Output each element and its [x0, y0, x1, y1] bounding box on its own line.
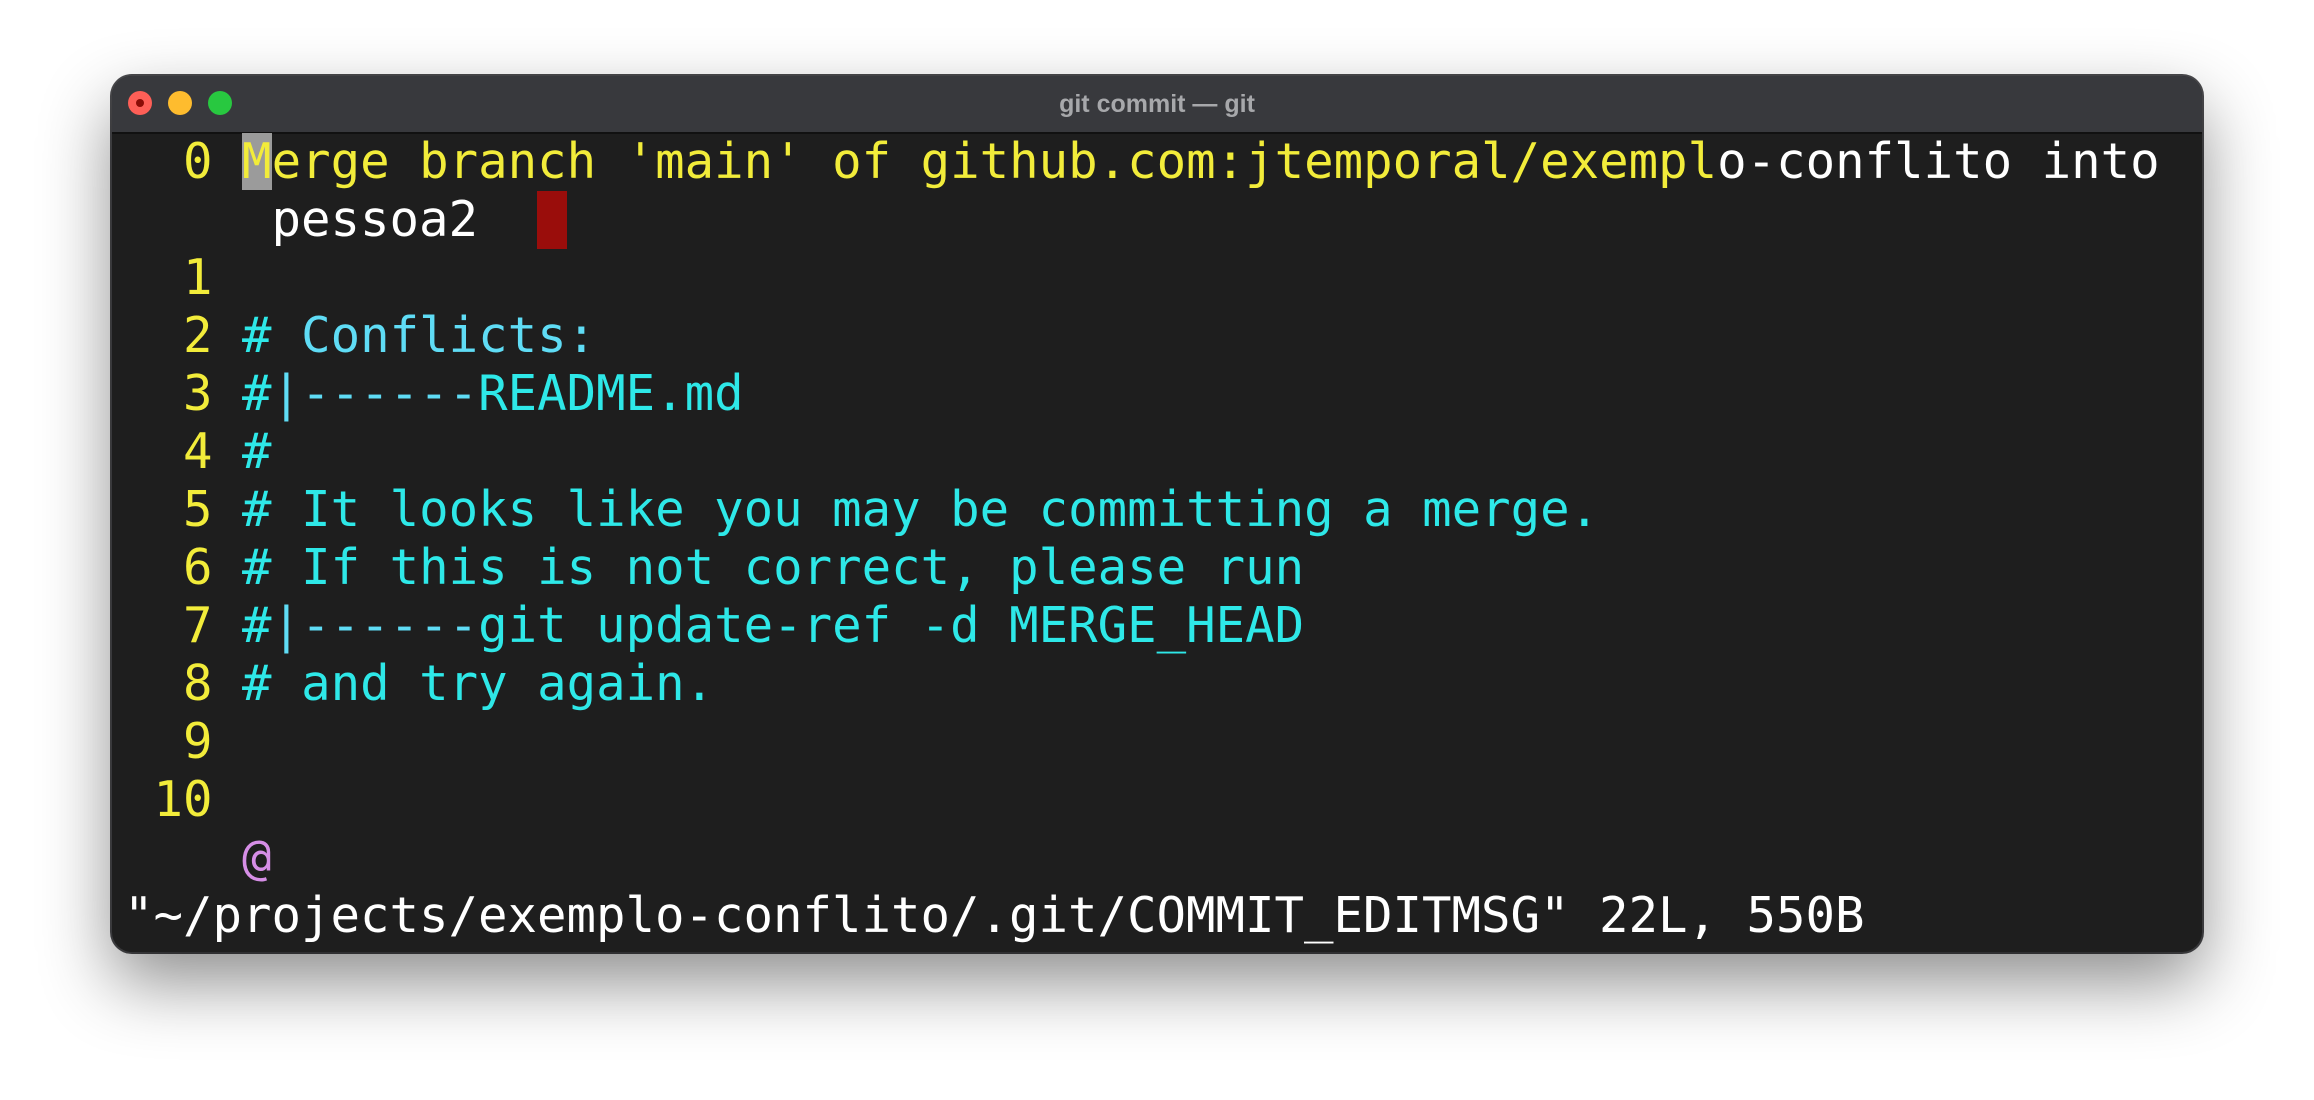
editor-line: 1 — [124, 249, 2160, 307]
line-number: 1 — [183, 249, 213, 306]
editor-line: 10 — [124, 771, 2160, 829]
comment-text: and try again. — [271, 655, 715, 712]
comment-text: git update-ref -d MERGE_HEAD — [478, 597, 1305, 654]
status-line: "~/projects/exemplo-conflito/.git/COMMIT… — [124, 887, 1865, 944]
editor-line: 0 Merge branch 'main' of github.com:jtem… — [124, 133, 2160, 191]
text-cursor: M — [242, 133, 272, 190]
more-lines-row: @ — [124, 829, 2160, 887]
comment-hash: # — [242, 365, 272, 422]
comment-hash: # — [242, 481, 272, 538]
line-number: 3 — [183, 365, 213, 422]
terminal-window: git commit — git 0 Merge branch 'main' o… — [112, 76, 2202, 952]
editor-line-wrap: pessoa2 — [124, 191, 2160, 249]
line-number: 8 — [183, 655, 213, 712]
comment-hash: # — [242, 597, 272, 654]
comment-hash: # — [242, 307, 272, 364]
tab-marker: |------ — [271, 365, 479, 422]
comment-text: If this is not correct, please run — [271, 539, 1305, 596]
title-bar: git commit — git — [112, 76, 2202, 134]
more-lines-marker: @ — [242, 829, 272, 886]
comment-hash: # — [242, 423, 272, 480]
line-number: 2 — [183, 307, 213, 364]
editor-line: 2 # Conflicts: — [124, 307, 2160, 365]
editor-line: 3 #|------README.md — [124, 365, 2160, 423]
comment-hash: # — [242, 655, 272, 712]
window-title: git commit — git — [1059, 90, 1255, 118]
line-number: 9 — [183, 713, 213, 770]
editor-line: 6 # If this is not correct, please run — [124, 539, 2160, 597]
summary-overflow: o-conflito into — [1717, 133, 2160, 190]
line-number: 6 — [183, 539, 213, 596]
vim-editor[interactable]: 0 Merge branch 'main' of github.com:jtem… — [124, 133, 2160, 945]
wrapped-text: pessoa2 — [271, 191, 479, 248]
line-number: 10 — [153, 771, 213, 828]
comment-text: It looks like you may be committing a me… — [271, 481, 1600, 538]
trailing-whitespace-marker — [537, 191, 568, 249]
comment-hash: # — [242, 539, 272, 596]
line-number: 5 — [183, 481, 213, 538]
line-number: 7 — [183, 597, 213, 654]
editor-line: 7 #|------git update-ref -d MERGE_HEAD — [124, 597, 2160, 655]
comment-text: Conflicts: — [271, 307, 597, 364]
editor-line: 8 # and try again. — [124, 655, 2160, 713]
editor-line: 4 # — [124, 423, 2160, 481]
commit-summary: erge branch 'main' of github.com:jtempor… — [271, 133, 1718, 190]
line-number: 0 — [183, 133, 213, 190]
editor-line: 5 # It looks like you may be committing … — [124, 481, 2160, 539]
line-number — [124, 133, 183, 190]
tab-marker: |------ — [271, 597, 479, 654]
line-number: 4 — [183, 423, 213, 480]
editor-line: 9 — [124, 713, 2160, 771]
comment-text: README.md — [478, 365, 744, 422]
